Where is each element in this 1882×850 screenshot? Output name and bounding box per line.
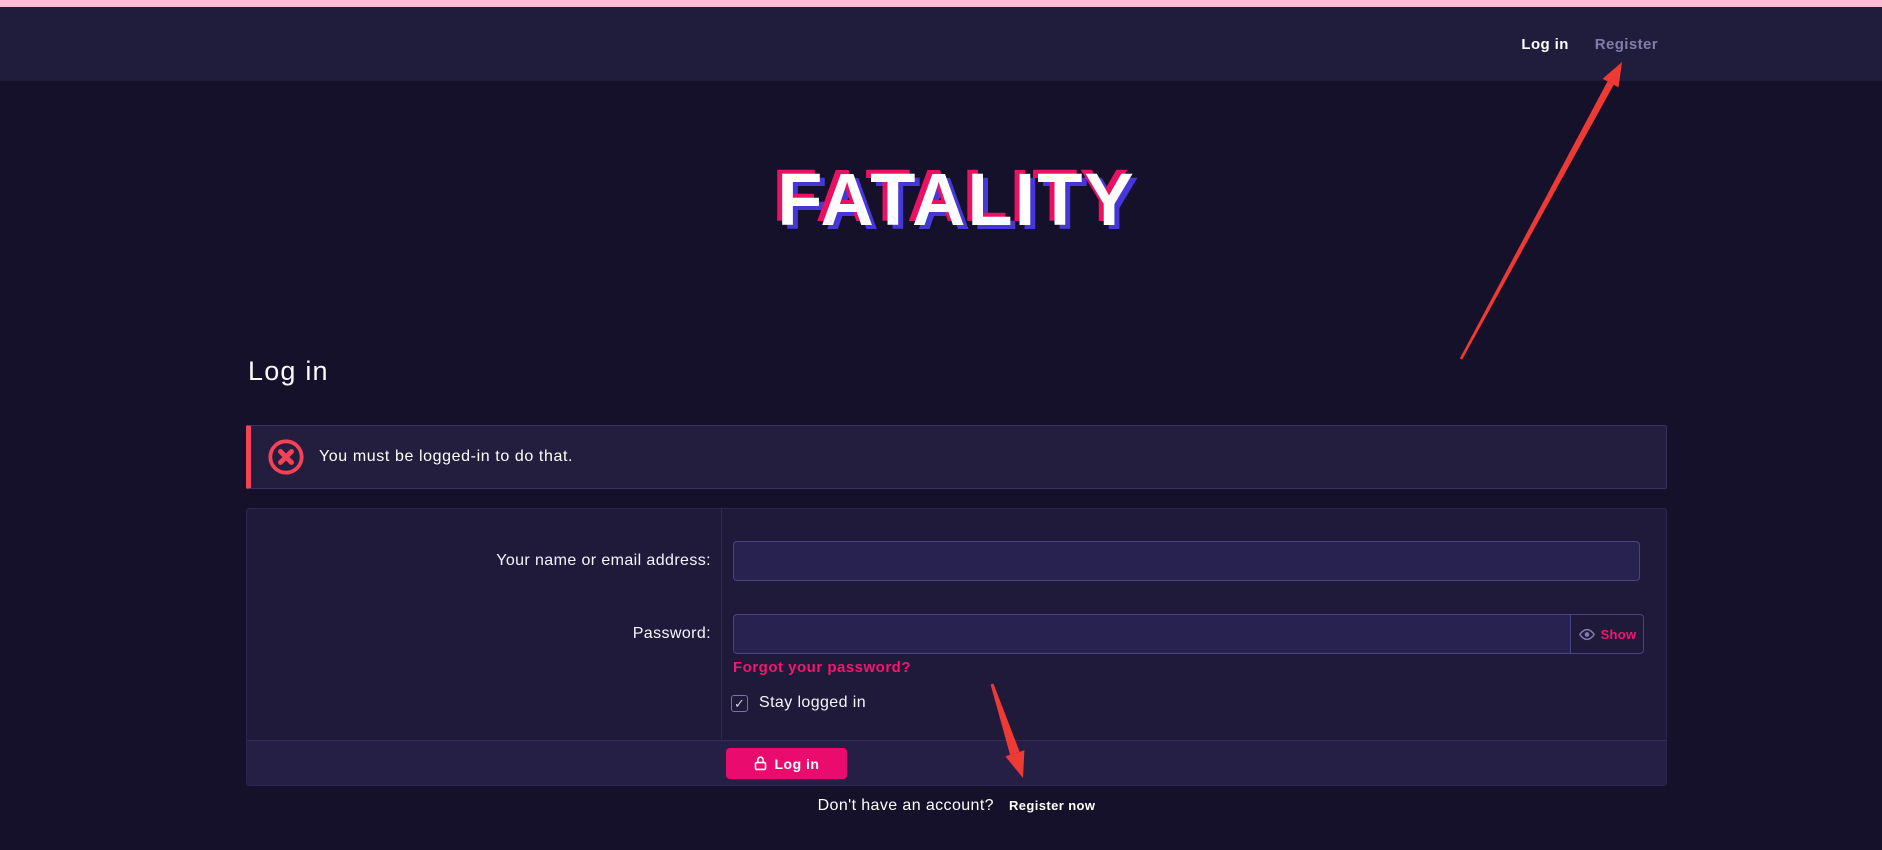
stay-logged-in-row[interactable]: ✓ Stay logged in [731, 694, 866, 712]
name-label: Your name or email address: [247, 541, 711, 581]
stay-logged-in-checkbox[interactable]: ✓ [731, 695, 748, 712]
login-form: Your name or email address: Password: Sh… [246, 508, 1667, 786]
name-input[interactable] [733, 541, 1640, 581]
show-password-label: Show [1601, 627, 1637, 642]
form-footer: Log in [247, 740, 1666, 785]
main-content: FATALITY Log in You must be logged-in to… [246, 0, 1667, 850]
no-account-text: Don't have an account? [818, 797, 994, 815]
eye-icon [1578, 628, 1596, 641]
show-password-button[interactable]: Show [1571, 614, 1644, 654]
password-input[interactable] [733, 614, 1571, 654]
site-logo[interactable]: FATALITY [246, 163, 1667, 237]
page-title: Log in [248, 356, 329, 387]
password-group: Show [733, 614, 1644, 654]
login-submit-button[interactable]: Log in [726, 748, 847, 779]
register-now-link[interactable]: Register now [1009, 798, 1095, 813]
forgot-password-link[interactable]: Forgot your password? [733, 659, 911, 676]
checkmark-icon: ✓ [734, 697, 745, 710]
error-message: You must be logged-in to do that. [319, 448, 573, 466]
x-circle-icon [267, 438, 305, 476]
login-submit-label: Log in [775, 756, 820, 772]
stay-logged-in-label: Stay logged in [759, 694, 866, 712]
password-label: Password: [247, 614, 711, 654]
register-prompt: Don't have an account? Register now [246, 797, 1667, 815]
form-column-divider [721, 509, 722, 739]
lock-icon [754, 756, 767, 771]
error-banner: You must be logged-in to do that. [246, 425, 1667, 489]
